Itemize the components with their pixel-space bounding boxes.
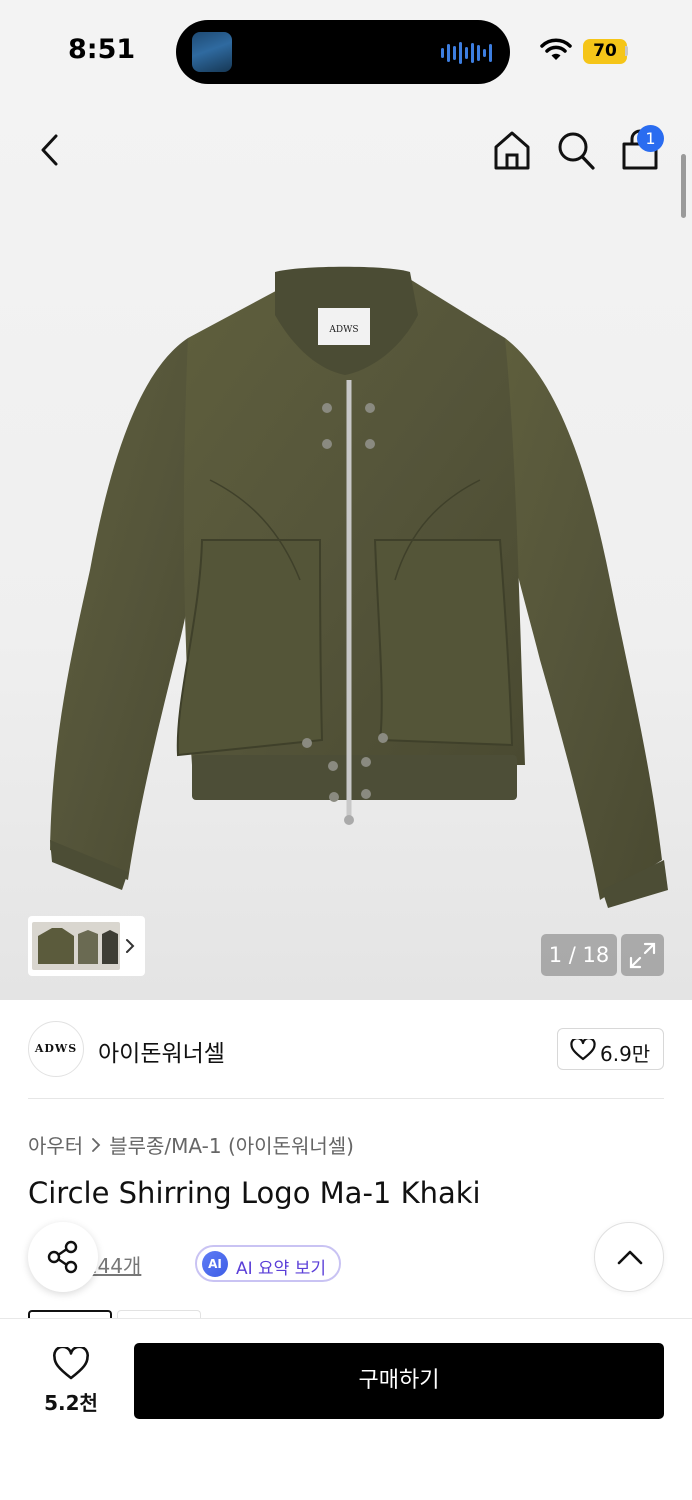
bottom-action-bar: 5.2천 구매하기 [0,1318,692,1500]
share-button[interactable] [28,1222,98,1292]
status-bar: 8:51 70 [0,0,692,100]
heart-icon [570,1039,596,1061]
brand-like-button[interactable]: 6.9만 [557,1028,664,1070]
ai-summary-button[interactable]: AI AI 요약 보기 [195,1245,341,1282]
cart-count-badge: 1 [637,125,664,152]
divider [28,1098,664,1099]
battery-cap [625,46,628,56]
share-icon [47,1240,78,1274]
battery-indicator: 70 [583,39,627,64]
product-image-jacket: ADWS [50,266,668,908]
home-icon[interactable] [492,128,532,172]
brand-name[interactable]: 아이돈워너셀 [98,1034,225,1068]
scrollbar[interactable] [681,154,686,218]
chevron-right-icon[interactable] [122,936,138,956]
wishlist-button[interactable]: 5.2천 [28,1345,114,1417]
product-title: Circle Shirring Logo Ma-1 Khaki [28,1176,481,1210]
buy-button[interactable]: 구매하기 [134,1343,664,1419]
back-icon[interactable] [34,128,66,172]
wishlist-count: 5.2천 [44,1391,98,1415]
now-playing-artwork [192,32,232,72]
breadcrumb-subcategory[interactable]: 블루종/MA-1 (아이돈워너셀) [109,1130,354,1159]
audio-waveform-icon [441,42,492,64]
breadcrumb: 아우터 블루종/MA-1 (아이돈워너셀) [28,1130,354,1159]
dynamic-island[interactable] [176,20,510,84]
ai-badge-icon: AI [202,1251,228,1277]
status-time: 8:51 [68,34,136,65]
wifi-icon [540,38,572,60]
brand-logo[interactable]: ADWS [28,1021,84,1077]
ai-summary-label: AI 요약 보기 [236,1259,327,1279]
heart-icon [53,1347,89,1380]
scroll-to-top-button[interactable] [594,1222,664,1292]
chevron-up-icon [617,1250,643,1265]
thumbnail-strip[interactable] [28,916,145,976]
svg-text:ADWS: ADWS [328,325,358,335]
search-icon[interactable] [556,130,596,172]
expand-button[interactable] [621,934,664,976]
product-image-gallery[interactable]: 1 ADWS 1 / 18 [0,100,692,1000]
image-page-counter: 1 / 18 [541,934,617,976]
breadcrumb-category[interactable]: 아우터 [28,1130,83,1159]
thumbnail-image[interactable] [32,922,120,970]
brand-like-count: 6.9만 [600,1042,651,1066]
expand-icon [629,942,656,969]
chevron-right-icon [92,1137,101,1152]
